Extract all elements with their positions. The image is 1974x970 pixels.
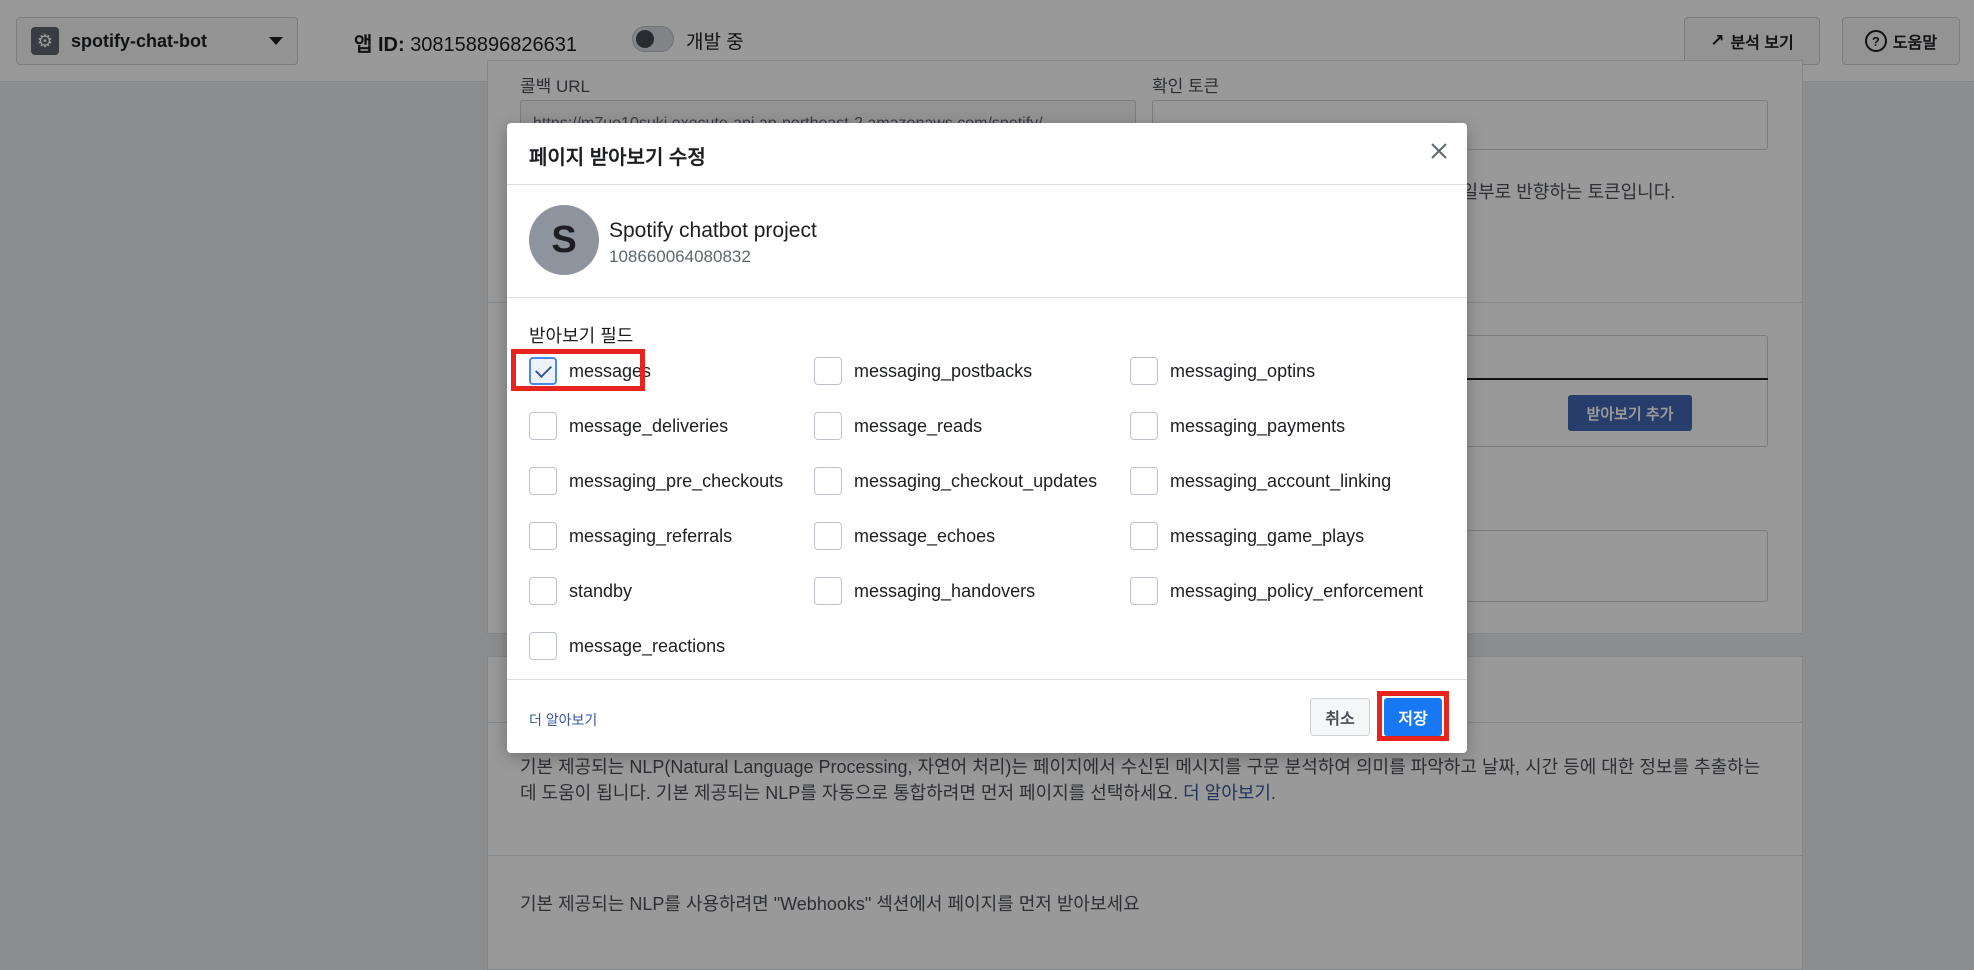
field-messaging-checkout-updates[interactable]: messaging_checkout_updates — [814, 466, 1097, 496]
checkbox[interactable] — [529, 412, 557, 440]
field-label: message_reads — [854, 415, 983, 436]
field-label: messaging_handovers — [854, 580, 1036, 601]
checkbox[interactable] — [1130, 412, 1158, 440]
checkbox[interactable] — [1130, 522, 1158, 550]
field-standby[interactable]: standby — [529, 576, 632, 606]
field-messaging-policy-enforcement[interactable]: messaging_policy_enforcement — [1130, 576, 1423, 606]
highlight-messages — [511, 349, 645, 391]
page-name: Spotify chatbot project — [609, 219, 817, 242]
page-info: S Spotify chatbot project 10866006408083… — [507, 185, 1467, 298]
field-label: messaging_game_plays — [1170, 525, 1365, 546]
cancel-button[interactable]: 취소 — [1310, 698, 1370, 736]
checkbox[interactable] — [814, 412, 842, 440]
page-id: 108660064080832 — [609, 247, 751, 266]
checkbox[interactable] — [814, 522, 842, 550]
field-label: messaging_checkout_updates — [854, 470, 1098, 491]
field-message-deliveries[interactable]: message_deliveries — [529, 411, 728, 441]
field-label: messaging_payments — [1170, 415, 1346, 436]
edit-page-subscription-dialog: 페이지 받아보기 수정 S Spotify chatbot project 10… — [507, 123, 1467, 753]
field-message-reads[interactable]: message_reads — [814, 411, 982, 441]
field-label: message_deliveries — [569, 415, 729, 436]
dialog-header: 페이지 받아보기 수정 — [507, 123, 1467, 185]
checkbox[interactable] — [529, 632, 557, 660]
fields-label: 받아보기 필드 — [529, 326, 634, 346]
field-label: messaging_account_linking — [1170, 470, 1392, 491]
checkbox[interactable] — [1130, 467, 1158, 495]
checkbox[interactable] — [529, 577, 557, 605]
dialog-footer: 더 알아보기 취소 저장 — [507, 679, 1467, 753]
field-label: messaging_optins — [1170, 360, 1316, 381]
field-messaging-handovers[interactable]: messaging_handovers — [814, 576, 1035, 606]
field-message-reactions[interactable]: message_reactions — [529, 631, 725, 661]
checkbox[interactable] — [814, 577, 842, 605]
dialog-title: 페이지 받아보기 수정 — [529, 147, 706, 169]
highlight-save — [1377, 691, 1449, 741]
field-label: standby — [569, 580, 633, 601]
checkbox[interactable] — [1130, 357, 1158, 385]
checkbox[interactable] — [529, 467, 557, 495]
field-messaging-account-linking[interactable]: messaging_account_linking — [1130, 466, 1391, 496]
field-label: messaging_referrals — [569, 525, 733, 546]
field-messaging-pre-checkouts[interactable]: messaging_pre_checkouts — [529, 466, 783, 496]
field-messaging-game-plays[interactable]: messaging_game_plays — [1130, 521, 1364, 551]
learn-more-link[interactable]: 더 알아보기 — [529, 710, 597, 730]
close-icon[interactable] — [1425, 137, 1453, 165]
field-messaging-postbacks[interactable]: messaging_postbacks — [814, 356, 1032, 386]
field-label: message_echoes — [854, 525, 996, 546]
field-messaging-referrals[interactable]: messaging_referrals — [529, 521, 732, 551]
field-messaging-payments[interactable]: messaging_payments — [1130, 411, 1345, 441]
field-label: messaging_pre_checkouts — [569, 470, 784, 491]
field-label: messaging_policy_enforcement — [1170, 580, 1424, 601]
avatar: S — [529, 205, 599, 275]
field-messaging-optins[interactable]: messaging_optins — [1130, 356, 1315, 386]
checkbox[interactable] — [529, 522, 557, 550]
checkbox[interactable] — [814, 467, 842, 495]
checkbox[interactable] — [814, 357, 842, 385]
field-message-echoes[interactable]: message_echoes — [814, 521, 995, 551]
checkbox[interactable] — [1130, 577, 1158, 605]
field-label: messaging_postbacks — [854, 360, 1033, 381]
field-label: message_reactions — [569, 635, 726, 656]
